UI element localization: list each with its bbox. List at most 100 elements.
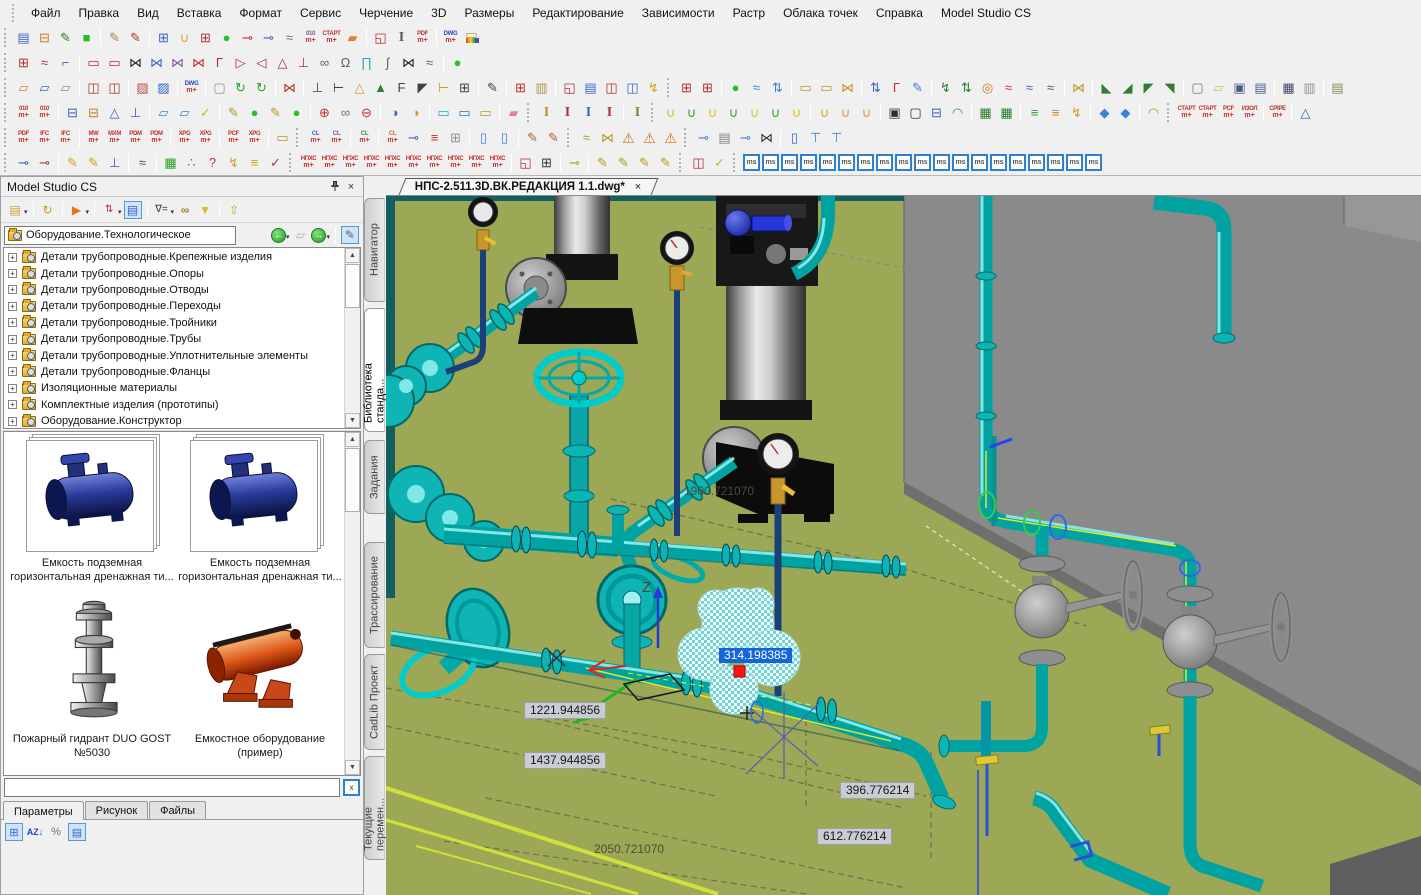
pipe-s-icon[interactable]: ∫ — [378, 53, 397, 72]
menu-item[interactable]: Правка — [70, 3, 129, 23]
warning3-icon[interactable]: ⚠ — [661, 128, 680, 147]
tree-item[interactable]: +Детали трубопроводные.Крепежные изделия — [4, 249, 344, 265]
toolbar-grip[interactable] — [4, 103, 9, 122]
tree-item[interactable]: +Детали трубопроводные.Трубы — [4, 331, 344, 347]
nphs7-icon[interactable]: НПХСm+ — [425, 153, 444, 172]
toolbar-grip[interactable] — [527, 103, 532, 122]
terrain-icon[interactable]: ◠ — [948, 103, 967, 122]
ifc1-icon[interactable]: IFCm+ — [35, 128, 54, 147]
weld1-icon[interactable]: ∪ — [661, 103, 680, 122]
weld-f3-icon[interactable]: ∪ — [857, 103, 876, 122]
tree-orange-icon[interactable]: ⊟ — [84, 103, 103, 122]
hatch-blue-icon[interactable]: ▨ — [154, 78, 173, 97]
menu-item[interactable]: Черчение — [350, 3, 422, 23]
node-dn-icon[interactable]: ● — [245, 103, 264, 122]
menu-item[interactable]: Облака точек — [774, 3, 867, 23]
grid-green2-icon[interactable]: ▦ — [997, 103, 1016, 122]
toolbar-grip[interactable] — [1167, 103, 1172, 122]
dn-green3-icon[interactable]: ● — [726, 78, 745, 97]
cl-list-icon[interactable]: ≡ — [425, 128, 444, 147]
nphs10-icon[interactable]: НПХСm+ — [488, 153, 507, 172]
pin-blue2-icon[interactable]: ◆ — [1116, 103, 1135, 122]
filter-button[interactable]: ∇= — [153, 201, 171, 219]
tank-tan-icon[interactable]: ▭ — [476, 103, 495, 122]
dwg-blue2-icon[interactable]: ◫ — [623, 78, 642, 97]
pen-m2-icon[interactable]: ✎ — [614, 153, 633, 172]
pen-doc2-icon[interactable]: ✎ — [544, 128, 563, 147]
copy-sheet-icon[interactable]: ▥ — [1300, 78, 1319, 97]
menu-item[interactable]: Вид — [128, 3, 168, 23]
weld2-icon[interactable]: ∪ — [682, 103, 701, 122]
brush-tan-icon[interactable]: ✎ — [105, 28, 124, 47]
pipe-blue-icon[interactable]: ⊸ — [259, 28, 278, 47]
hand-terrain-icon[interactable]: ◠ — [1144, 103, 1163, 122]
folder-transfer-button[interactable]: ⇧ — [225, 201, 243, 219]
ms-button[interactable]: ms — [1085, 154, 1102, 171]
ms-button[interactable]: ms — [800, 154, 817, 171]
branch-gray-icon[interactable]: ≈ — [133, 153, 152, 172]
scroll-up-icon[interactable]: ▲ — [345, 248, 360, 263]
db-link-icon[interactable]: ⊞ — [154, 28, 173, 47]
pen-m4-icon[interactable]: ✎ — [656, 153, 675, 172]
levels1-icon[interactable]: ≡ — [1025, 103, 1044, 122]
tri-right-icon[interactable]: ▷ — [231, 53, 250, 72]
b1-move-icon[interactable]: ◤ — [413, 78, 432, 97]
grid-1a-icon[interactable]: ⊞ — [196, 28, 215, 47]
pin-icon[interactable] — [327, 180, 343, 194]
tab-close-icon[interactable]: × — [635, 181, 641, 193]
grip-point[interactable] — [734, 666, 745, 677]
beam1-icon[interactable]: I — [537, 103, 556, 122]
cl-grid-icon[interactable]: ⊞ — [446, 128, 465, 147]
valve-cut-icon[interactable]: ⋈ — [168, 53, 187, 72]
ms-button[interactable]: ms — [781, 154, 798, 171]
select-box2-icon[interactable]: ▢ — [906, 103, 925, 122]
start-red-icon[interactable]: СТАРТm+ — [322, 28, 341, 47]
menu-item[interactable]: Сервис — [291, 3, 350, 23]
hand-export-icon[interactable]: ▭ — [273, 128, 292, 147]
pen-e2-icon[interactable]: ✎ — [84, 153, 103, 172]
nphs1-icon[interactable]: НПХСm+ — [299, 153, 318, 172]
back-dropdown-icon[interactable]: ▾ — [286, 233, 290, 241]
tree-item[interactable]: +Детали трубопроводные.Переходы — [4, 298, 344, 314]
nphs2-icon[interactable]: НПХСm+ — [320, 153, 339, 172]
tree-expander[interactable]: + — [8, 318, 17, 327]
scroll-down-icon[interactable]: ▼ — [345, 413, 360, 428]
orange-box-icon[interactable]: ▰ — [343, 28, 362, 47]
dn-small-icon[interactable]: ● — [287, 103, 306, 122]
ab-levels-button[interactable]: ⇅ — [100, 201, 118, 219]
toolbar-grip[interactable] — [667, 78, 672, 97]
branch-icon[interactable]: ≈ — [420, 53, 439, 72]
ms-button[interactable]: ms — [876, 154, 893, 171]
warning2-icon[interactable]: ⚠ — [640, 128, 659, 147]
ms-button[interactable]: ms — [819, 154, 836, 171]
levels2-icon[interactable]: ≡ — [1046, 103, 1065, 122]
doc-new-icon[interactable]: ▢ — [1188, 78, 1207, 97]
side-tab[interactable]: Трассирование — [364, 542, 385, 648]
tank-cyan1-icon[interactable]: ▭ — [434, 103, 453, 122]
toolbar-grip[interactable] — [296, 128, 301, 147]
oo-add-icon[interactable]: ⊕ — [315, 103, 334, 122]
beam2-icon[interactable]: I — [558, 103, 577, 122]
start1-icon[interactable]: СТАРТm+ — [1177, 103, 1196, 122]
ms-button[interactable]: ms — [1066, 154, 1083, 171]
tree-expander[interactable]: + — [8, 253, 17, 262]
pipe-h-icon[interactable]: ∏ — [357, 53, 376, 72]
tree-expander[interactable]: + — [8, 384, 17, 393]
eyedropper-button[interactable]: ✎ — [341, 226, 359, 244]
clamp2-icon[interactable]: ⊤ — [827, 128, 846, 147]
dn-green2-icon[interactable]: ● — [448, 53, 467, 72]
weld-flash-icon[interactable]: ∪ — [175, 28, 194, 47]
tree-expander[interactable]: + — [8, 335, 17, 344]
grid-green1-icon[interactable]: ▦ — [976, 103, 995, 122]
grid-red2-icon[interactable]: ⊞ — [511, 78, 530, 97]
tree-item[interactable]: +Оборудование.Конструктор — [4, 413, 344, 429]
ms-button[interactable]: ms — [914, 154, 931, 171]
plot-sheet-icon[interactable]: ▥ — [532, 78, 551, 97]
spool3-icon[interactable]: ◎ — [978, 78, 997, 97]
tree-sync-icon[interactable]: ⊟ — [63, 103, 82, 122]
pdm1-icon[interactable]: PDMm+ — [126, 128, 145, 147]
tree-expander[interactable]: + — [8, 417, 17, 426]
pipe-set-icon[interactable]: ≈ — [280, 28, 299, 47]
folder-up-icon[interactable]: ▱ — [291, 226, 309, 244]
weld-f1-icon[interactable]: ∪ — [815, 103, 834, 122]
